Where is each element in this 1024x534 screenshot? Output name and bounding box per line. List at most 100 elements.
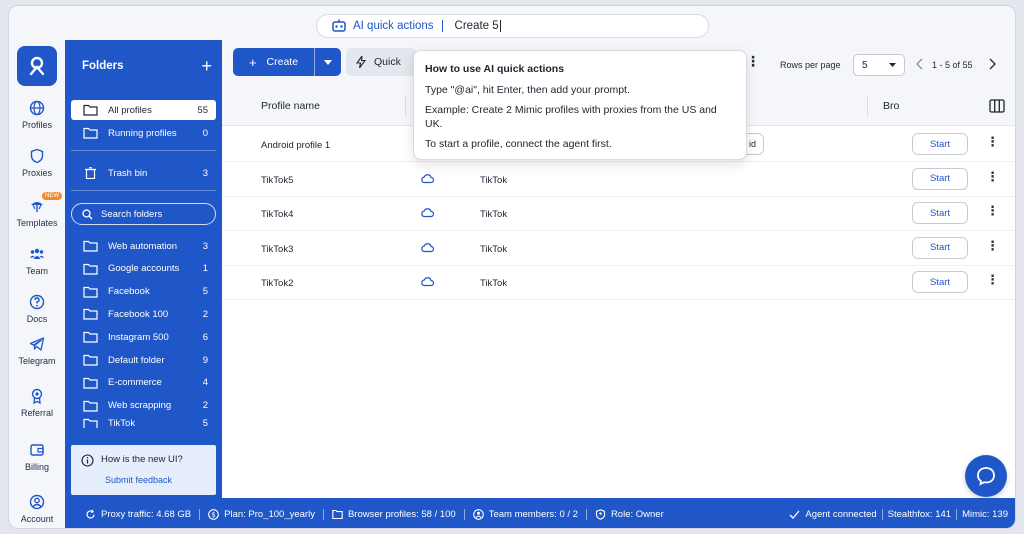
folder-item[interactable]: Facebook 5 (71, 282, 216, 302)
rail-item-profiles[interactable]: Profiles (9, 100, 65, 130)
chat-icon (977, 467, 995, 486)
status-right: Agent connected Stealthfox: 141 Mimic: 1… (784, 508, 1015, 520)
ai-quick-actions-bar[interactable]: AI quick actions Create 5 (316, 14, 709, 38)
folder-name: Instagram 500 (108, 331, 169, 343)
profile-name[interactable]: TikTok5 (261, 175, 293, 186)
start-button[interactable]: Start (912, 202, 968, 225)
folder-search[interactable] (71, 203, 216, 225)
tooltip-title: How to use AI quick actions (425, 63, 565, 75)
rail-label: Templates (16, 218, 58, 228)
columns-icon[interactable] (989, 99, 1005, 113)
folder-name: Facebook 100 (108, 308, 169, 320)
search-folders-input[interactable] (101, 208, 201, 220)
rail-label: Billing (24, 462, 49, 472)
row-more-icon[interactable]: ⋮ (986, 135, 999, 148)
add-folder-button[interactable]: + (201, 57, 212, 75)
status-bar: Proxy traffic: 4.68 GB $ Plan: Pro_100_y… (65, 498, 1015, 528)
status-text: Team members: 0 / 2 (488, 508, 578, 520)
profile-tag: TikTok (480, 209, 508, 221)
rail-item-account[interactable]: Account (9, 494, 65, 524)
create-button[interactable]: + Create (233, 48, 341, 76)
folder-item[interactable]: TikTok 5 (71, 418, 216, 429)
ai-quick-actions-label: AI quick actions (353, 20, 434, 32)
folder-item[interactable]: E-commerce 4 (71, 373, 216, 393)
folder-icon (83, 263, 98, 275)
profile-name[interactable]: Android profile 1 (261, 140, 330, 151)
row-more-icon[interactable]: ⋮ (986, 170, 999, 183)
rail-item-billing[interactable]: Billing (9, 442, 65, 472)
quick-label: Quick (374, 56, 401, 68)
app-window: AI quick actions Create 5 Profiles Proxi… (8, 5, 1016, 529)
profile-name[interactable]: TikTok3 (261, 244, 293, 255)
plus-icon: + (248, 54, 257, 70)
folder-icon (83, 332, 98, 343)
folder-item[interactable]: Web automation 3 (71, 236, 216, 256)
more-options-icon[interactable]: ⋮ (746, 54, 760, 68)
column-browser[interactable]: Bro (883, 100, 899, 112)
folder-item[interactable]: Default folder 9 (71, 350, 216, 370)
rail-item-templates[interactable]: NEW Templates (9, 192, 65, 228)
start-button[interactable]: Start (912, 271, 968, 294)
row-more-icon[interactable]: ⋮ (986, 273, 999, 286)
rail-item-docs[interactable]: Docs (9, 294, 65, 324)
folder-item[interactable]: Facebook 100 2 (71, 304, 216, 324)
account-icon (29, 494, 45, 510)
folder-count: 5 (202, 286, 208, 298)
lightning-icon (356, 56, 366, 68)
create-dropdown-button[interactable] (315, 59, 341, 65)
chevron-right-icon[interactable] (987, 58, 997, 70)
quick-actions-button[interactable]: Quick (346, 48, 416, 76)
ai-prompt-input[interactable]: Create 5 (455, 19, 501, 32)
folder-trash-bin[interactable]: Trash bin 3 (71, 163, 216, 183)
left-rail: Profiles Proxies NEW Templates Team Docs… (9, 42, 65, 528)
folder-running-profiles[interactable]: Running profiles 0 (71, 123, 216, 143)
table-row[interactable]: TikTok4 TikTok Start ⋮ (222, 196, 1015, 232)
folder-all-profiles[interactable]: All profiles 55 (71, 100, 216, 120)
status-proxy-traffic: Proxy traffic: 4.68 GB (77, 508, 201, 520)
profile-tag: TikTok (480, 174, 508, 186)
folder-count: 2 (202, 308, 208, 320)
folder-name: Trash bin (108, 167, 148, 179)
row-more-icon[interactable]: ⋮ (986, 204, 999, 217)
table-row[interactable]: TikTok2 TikTok Start ⋮ (222, 265, 1015, 301)
create-main[interactable]: + Create (233, 55, 314, 70)
folder-icon (83, 104, 98, 116)
start-button[interactable]: Start (912, 236, 968, 259)
table-row[interactable]: TikTok5 TikTok Start ⋮ (222, 162, 1015, 197)
rail-item-team[interactable]: Team (9, 246, 65, 276)
profile-name[interactable]: TikTok4 (261, 209, 293, 220)
folder-icon (83, 354, 98, 366)
status-text: Proxy traffic: 4.68 GB (101, 508, 192, 520)
status-role: Role: Owner (587, 509, 672, 520)
trash-icon (85, 167, 96, 179)
column-profile-name[interactable]: Profile name (261, 100, 320, 112)
rail-item-referral[interactable]: Referral (9, 388, 65, 418)
folder-count: 3 (202, 240, 208, 252)
start-button[interactable]: Start (912, 133, 968, 155)
submit-feedback-link[interactable]: Submit feedback (105, 475, 172, 485)
profile-name[interactable]: TikTok2 (261, 278, 293, 289)
chat-support-button[interactable] (965, 455, 1007, 497)
rail-label: Profiles (21, 120, 52, 130)
rail-item-proxies[interactable]: Proxies (9, 148, 65, 178)
app-logo[interactable] (17, 46, 57, 86)
svg-text:$: $ (211, 511, 215, 519)
cloud-icon (421, 173, 434, 183)
folder-count: 3 (202, 167, 208, 179)
tooltip-line: Type "@ai", hit Enter, then add your pro… (425, 84, 630, 96)
folder-name: E-commerce (108, 377, 162, 389)
table-row[interactable]: TikTok3 TikTok Start ⋮ (222, 231, 1015, 266)
feedback-question: How is the new UI? (101, 454, 183, 465)
rows-per-page-select[interactable]: 5 (853, 54, 905, 76)
folders-title: Folders (82, 60, 124, 72)
folder-item[interactable]: Instagram 500 6 (71, 327, 216, 347)
folder-item[interactable]: Web scrapping 2 (71, 396, 216, 416)
chevron-left-icon[interactable] (915, 58, 925, 70)
row-more-icon[interactable]: ⋮ (986, 239, 999, 252)
folder-item[interactable]: Google accounts 1 (71, 259, 216, 279)
shield-icon (30, 148, 44, 164)
rail-item-telegram[interactable]: Telegram (9, 336, 65, 366)
status-text: Stealthfox: 141 (887, 508, 952, 520)
start-button[interactable]: Start (912, 167, 968, 190)
question-icon (29, 294, 45, 310)
